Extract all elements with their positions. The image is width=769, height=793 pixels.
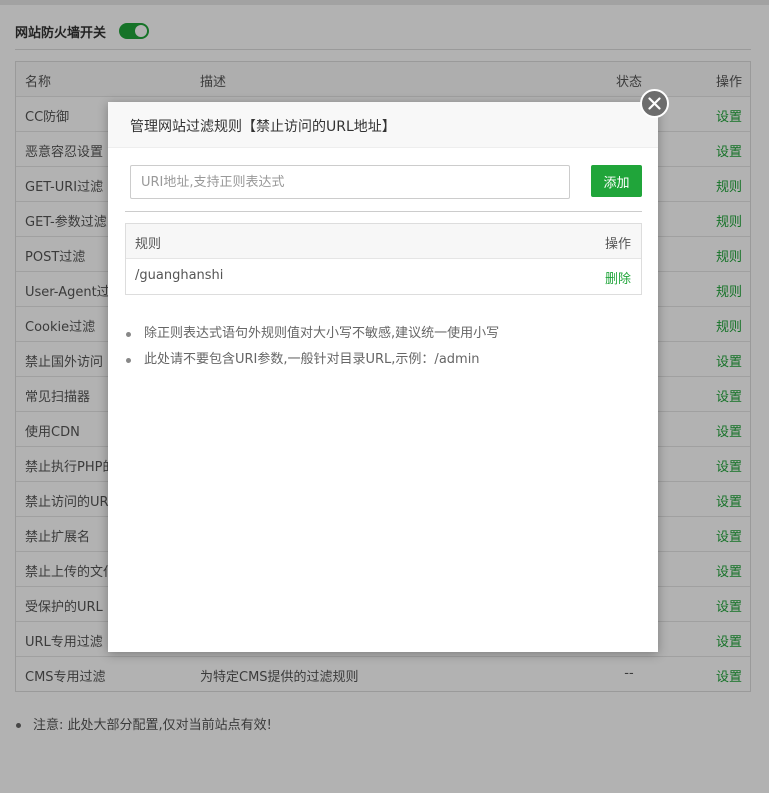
tip-item: 除正则表达式语句外规则值对大小写不敏感,建议统一使用小写 bbox=[126, 324, 499, 350]
tip-item: 此处请不要包含URI参数,一般针对目录URL,示例：/admin bbox=[126, 350, 499, 376]
divider bbox=[125, 211, 642, 212]
col-operation: 操作 bbox=[604, 237, 631, 252]
tips-list: 除正则表达式语句外规则值对大小写不敏感,建议统一使用小写 此处请不要包含URI参数… bbox=[126, 324, 499, 376]
close-icon bbox=[648, 97, 661, 110]
close-button[interactable] bbox=[640, 89, 669, 118]
modal-table-header: 规则 操作 bbox=[126, 224, 641, 259]
modal-title: 管理网站过滤规则【禁止访问的URL地址】 bbox=[130, 119, 396, 135]
add-button[interactable]: 添加 bbox=[591, 165, 642, 197]
url-input[interactable] bbox=[130, 165, 570, 199]
col-rule: 规则 bbox=[135, 237, 162, 252]
delete-link[interactable]: 删除 bbox=[605, 268, 631, 287]
table-row: /guanghanshi 删除 bbox=[126, 259, 641, 294]
filter-rules-modal: 管理网站过滤规则【禁止访问的URL地址】 添加 规则 操作 /guanghans… bbox=[108, 102, 658, 652]
rule-value: /guanghanshi bbox=[135, 268, 224, 283]
modal-rules-table: 规则 操作 /guanghanshi 删除 bbox=[125, 223, 642, 295]
modal-title-bar: 管理网站过滤规则【禁止访问的URL地址】 bbox=[108, 102, 658, 148]
